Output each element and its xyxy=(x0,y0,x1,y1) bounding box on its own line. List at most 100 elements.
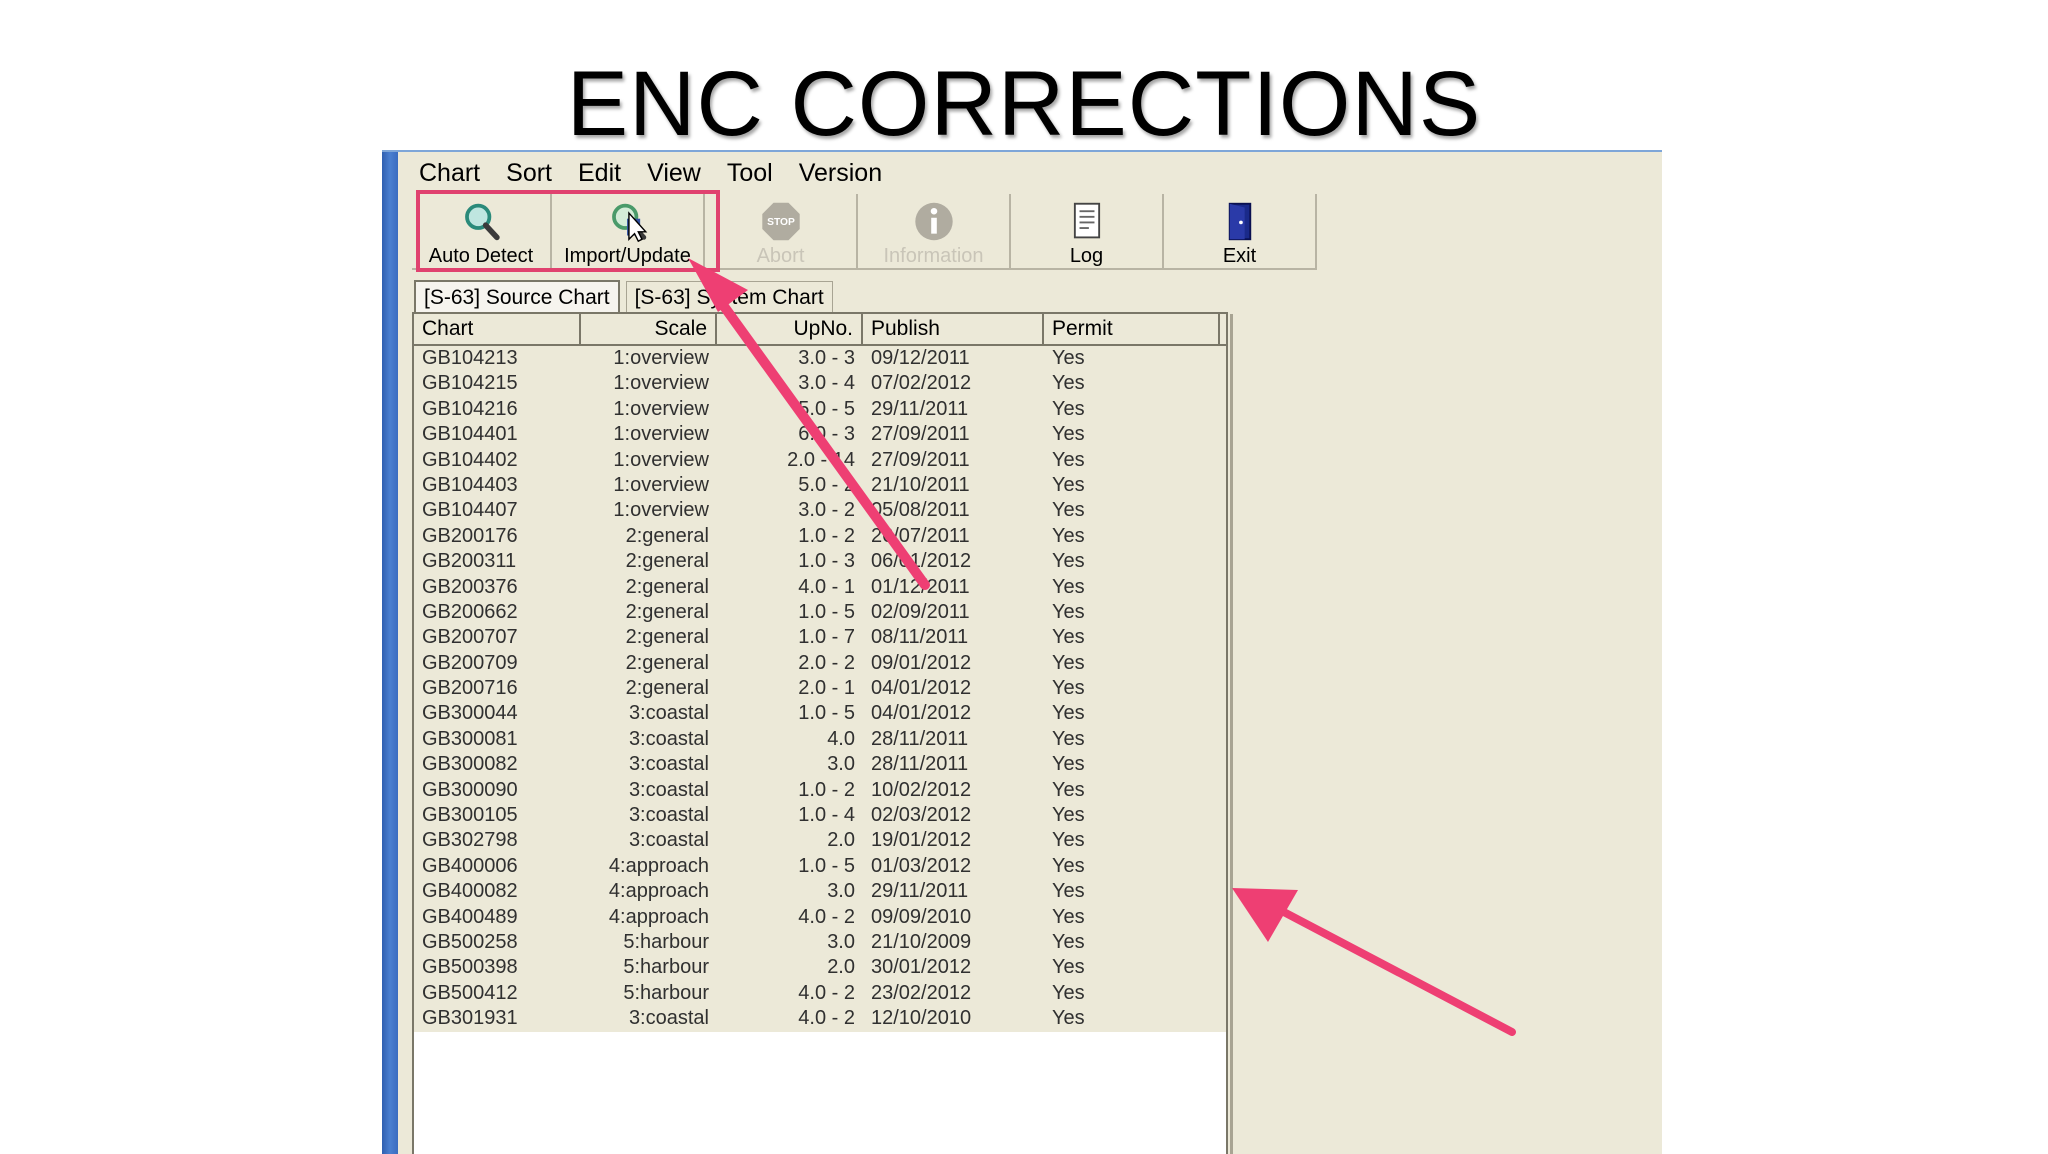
cell-scale: 3:coastal xyxy=(628,753,709,776)
header-upno[interactable]: UpNo. xyxy=(717,314,863,344)
cell-publish: 28/11/2011 xyxy=(871,753,969,776)
information-button[interactable]: Information xyxy=(858,194,1011,270)
cell-scale: 1:overview xyxy=(613,448,709,471)
table-row[interactable]: GB400006 4:approach 1.0 - 5 01/03/2012 Yes xyxy=(414,853,1226,880)
cell-scale: 4:approach xyxy=(608,854,709,877)
cell-chart: GB104407 xyxy=(422,499,518,522)
auto-detect-button[interactable]: Auto Detect xyxy=(412,194,552,270)
cell-publish: 19/01/2012 xyxy=(871,829,972,852)
cell-permit: Yes xyxy=(1052,372,1085,395)
menu-edit[interactable]: Edit xyxy=(565,156,634,190)
menu-bar: Chart Sort Edit View Tool Version xyxy=(406,156,895,190)
header-permit[interactable]: Permit xyxy=(1044,314,1220,344)
menu-chart[interactable]: Chart xyxy=(406,156,493,190)
info-icon xyxy=(914,202,953,241)
cell-scale: 1:overview xyxy=(613,473,709,496)
app-window: Chart Sort Edit View Tool Version Auto D… xyxy=(382,150,1662,1154)
cell-permit: Yes xyxy=(1052,702,1085,725)
table-header: Chart Scale UpNo. Publish Permit xyxy=(414,314,1226,346)
log-button[interactable]: Log xyxy=(1011,194,1164,270)
table-row[interactable]: GB104407 1:overview 3.0 - 2 05/08/2011 Yes xyxy=(414,498,1226,524)
table-row[interactable]: GB104215 1:overview 3.0 - 4 07/02/2012 Yes xyxy=(414,371,1226,397)
cell-upno: 1.0 - 5 xyxy=(798,702,855,725)
cell-upno: 1.0 - 2 xyxy=(798,524,855,547)
cell-upno: 2.0 - 2 xyxy=(798,651,855,674)
cell-upno: 1.0 - 4 xyxy=(798,804,855,827)
cell-upno: 3.0 - 2 xyxy=(798,499,855,522)
menu-version[interactable]: Version xyxy=(786,156,895,190)
cell-chart: GB104213 xyxy=(422,347,518,369)
toolbar: Auto Detect Import/Update STOP Abort Inf… xyxy=(412,194,1317,272)
cell-permit: Yes xyxy=(1052,423,1085,446)
table-row[interactable]: GB300044 3:coastal 1.0 - 5 04/01/2012 Yes xyxy=(414,701,1226,727)
table-row[interactable]: GB200707 2:general 1.0 - 7 08/11/2011 Yes xyxy=(414,625,1226,651)
table-row[interactable]: GB200311 2:general 1.0 - 3 06/01/2012 Yes xyxy=(414,549,1226,575)
cell-chart: GB300105 xyxy=(422,804,518,827)
table-row[interactable]: GB500412 5:harbour 4.0 - 2 23/02/2012 Yes xyxy=(414,980,1226,1007)
cell-permit: Yes xyxy=(1052,930,1085,953)
cell-chart: GB104403 xyxy=(422,473,518,496)
table-row[interactable]: GB301931 3:coastal 4.0 - 2 12/10/2010 Yes xyxy=(414,1006,1226,1032)
menu-sort[interactable]: Sort xyxy=(493,156,565,190)
table-row[interactable]: GB104401 1:overview 6.0 - 3 27/09/2011 Yes xyxy=(414,422,1226,448)
table-row[interactable]: GB104216 1:overview 5.0 - 5 29/11/2011 Yes xyxy=(414,396,1226,423)
table-row[interactable]: GB400082 4:approach 3.0 29/11/2011 Yes xyxy=(414,879,1226,905)
cell-scale: 1:overview xyxy=(613,499,709,522)
table-row[interactable]: GB200709 2:general 2.0 - 2 09/01/2012 Yes xyxy=(414,650,1226,677)
cell-chart: GB301931 xyxy=(422,1007,518,1030)
exit-label: Exit xyxy=(1222,245,1257,267)
cell-upno: 1.0 - 7 xyxy=(798,626,855,649)
table-row[interactable]: GB104402 1:overview 2.0 - 14 27/09/2011 Yes xyxy=(414,447,1226,473)
cell-upno: 4.0 xyxy=(827,727,855,750)
cell-publish: 02/09/2011 xyxy=(871,600,970,623)
cell-permit: Yes xyxy=(1052,753,1085,776)
table-row[interactable]: GB104213 1:overview 3.0 - 3 09/12/2011 Yes xyxy=(414,346,1226,372)
cell-chart: GB104215 xyxy=(422,372,518,395)
table-row[interactable]: GB104403 1:overview 5.0 - 2 21/10/2011 Yes xyxy=(414,472,1226,499)
cell-publish: 21/10/2009 xyxy=(871,930,972,953)
tab-source-chart[interactable]: [S-63] Source Chart xyxy=(414,280,620,314)
cell-chart: GB400489 xyxy=(422,905,518,928)
cell-chart: GB200707 xyxy=(422,626,518,649)
cell-upno: 1.0 - 5 xyxy=(798,600,855,623)
cell-upno: 3.0 xyxy=(827,930,855,953)
table-row[interactable]: GB200662 2:general 1.0 - 5 02/09/2011 Yes xyxy=(414,599,1226,626)
table-row[interactable]: GB200376 2:general 4.0 - 1 01/12/2011 Yes xyxy=(414,574,1226,600)
table-row[interactable]: GB302798 3:coastal 2.0 19/01/2012 Yes xyxy=(414,828,1226,854)
abort-button[interactable]: STOP Abort xyxy=(705,194,858,270)
header-publish[interactable]: Publish xyxy=(863,314,1044,344)
table-row[interactable]: GB200176 2:general 1.0 - 2 26/07/2011 Yes xyxy=(414,523,1226,550)
table-row[interactable]: GB200716 2:general 2.0 - 1 04/01/2012 Yes xyxy=(414,676,1226,702)
header-scale[interactable]: Scale xyxy=(581,314,717,344)
table-row[interactable]: GB500258 5:harbour 3.0 21/10/2009 Yes xyxy=(414,929,1226,956)
exit-button[interactable]: Exit xyxy=(1164,194,1317,270)
cell-scale: 2:general xyxy=(625,575,709,598)
menu-view[interactable]: View xyxy=(634,156,714,190)
cell-upno: 1.0 - 3 xyxy=(798,550,855,573)
table-row[interactable]: GB300081 3:coastal 4.0 28/11/2011 Yes xyxy=(414,726,1226,753)
cell-permit: Yes xyxy=(1052,981,1085,1004)
table-row[interactable]: GB500398 5:harbour 2.0 30/01/2012 Yes xyxy=(414,955,1226,981)
cell-permit: Yes xyxy=(1052,677,1085,700)
table-row[interactable]: GB300105 3:coastal 1.0 - 4 02/03/2012 Yes xyxy=(414,803,1226,829)
cell-permit: Yes xyxy=(1052,804,1085,827)
tab-system-chart[interactable]: [S-63] System Chart xyxy=(625,281,833,314)
table-row[interactable]: GB300090 3:coastal 1.0 - 2 10/02/2012 Yes xyxy=(414,777,1226,804)
cell-scale: 3:coastal xyxy=(628,804,709,827)
cell-upno: 4.0 - 2 xyxy=(798,981,855,1004)
cell-scale: 2:general xyxy=(625,677,709,700)
table-row[interactable]: GB400489 4:approach 4.0 - 2 09/09/2010 Yes xyxy=(414,904,1226,930)
table-body: GB104213 1:overview 3.0 - 3 09/12/2011 Yes GB… xyxy=(414,346,1226,1032)
cell-publish: 09/09/2010 xyxy=(871,905,972,928)
menu-tool[interactable]: Tool xyxy=(714,156,786,190)
header-chart[interactable]: Chart xyxy=(414,314,581,344)
cell-permit: Yes xyxy=(1052,473,1085,496)
cell-permit: Yes xyxy=(1052,524,1085,547)
cell-publish: 26/07/2011 xyxy=(871,524,970,547)
cell-scale: 5:harbour xyxy=(623,956,709,979)
import-update-button[interactable]: Import/Update xyxy=(552,194,705,270)
table-row[interactable]: GB300082 3:coastal 3.0 28/11/2011 Yes xyxy=(414,752,1226,778)
cell-upno: 3.0 xyxy=(827,753,855,776)
door-exit-icon xyxy=(1228,202,1251,241)
cell-publish: 28/11/2011 xyxy=(871,727,969,750)
